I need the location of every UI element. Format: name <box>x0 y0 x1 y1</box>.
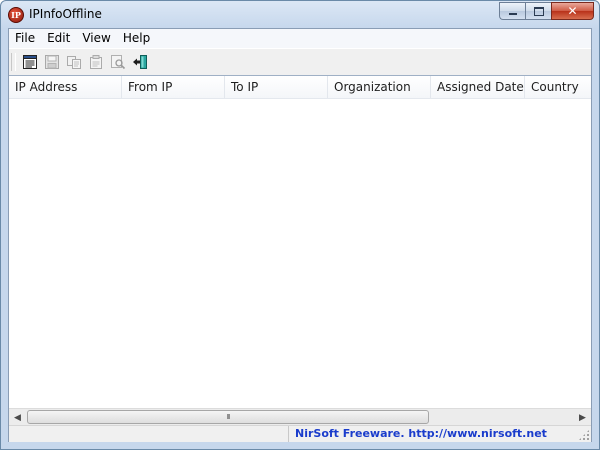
toolbar-grip[interactable] <box>11 53 16 71</box>
menu-edit[interactable]: Edit <box>41 29 76 48</box>
maximize-icon <box>533 6 544 16</box>
save-icon <box>45 55 59 69</box>
status-panel-left <box>9 426 289 442</box>
scroll-left-button[interactable]: ◀ <box>9 409 26 426</box>
menu-bar: File Edit View Help <box>9 29 591 48</box>
ip-list-view[interactable]: IP Address From IP To IP Organization As… <box>9 75 591 409</box>
app-ip-icon[interactable]: IP <box>8 7 24 23</box>
copy-button[interactable] <box>63 51 85 73</box>
find-icon <box>111 55 126 70</box>
column-ip-address[interactable]: IP Address <box>9 76 122 98</box>
properties-button[interactable] <box>85 51 107 73</box>
close-icon: ✕ <box>567 4 578 18</box>
html-report-icon <box>23 55 37 69</box>
column-country[interactable]: Country <box>525 76 591 98</box>
nirsoft-link[interactable]: NirSoft Freeware. http://www.nirsoft.net <box>289 426 579 442</box>
scroll-right-button[interactable]: ▶ <box>574 409 591 426</box>
window-title: IPInfoOffline <box>29 7 102 21</box>
column-organization[interactable]: Organization <box>328 76 431 98</box>
minimize-icon <box>508 12 517 15</box>
column-assigned-date[interactable]: Assigned Date <box>431 76 525 98</box>
title-bar[interactable]: IP IPInfoOffline ✕ <box>1 1 599 28</box>
caption-buttons: ✕ <box>499 2 594 20</box>
column-from-ip[interactable]: From IP <box>122 76 225 98</box>
scrollbar-thumb[interactable]: III <box>27 410 429 424</box>
menu-file[interactable]: File <box>9 29 41 48</box>
properties-icon <box>90 55 102 69</box>
status-bar: NirSoft Freeware. http://www.nirsoft.net <box>9 425 591 442</box>
toolbar <box>9 48 591 76</box>
list-header: IP Address From IP To IP Organization As… <box>9 76 591 99</box>
arrow-right-icon: ▶ <box>579 412 586 423</box>
menu-view[interactable]: View <box>76 29 116 48</box>
scrollbar-grip: III <box>226 412 230 421</box>
html-report-button[interactable] <box>19 51 41 73</box>
exit-icon <box>133 55 147 69</box>
menu-help[interactable]: Help <box>117 29 156 48</box>
copy-icon <box>67 56 81 69</box>
minimize-button[interactable] <box>499 2 525 20</box>
app-window: IP IPInfoOffline ✕ File Edit View Help I… <box>0 0 600 450</box>
exit-button[interactable] <box>129 51 151 73</box>
horizontal-scrollbar[interactable]: ◀ III ▶ <box>9 408 591 426</box>
save-button[interactable] <box>41 51 63 73</box>
find-button[interactable] <box>107 51 129 73</box>
maximize-button[interactable] <box>525 2 551 20</box>
resize-grip-icon[interactable] <box>578 429 590 441</box>
close-button[interactable]: ✕ <box>551 2 594 20</box>
column-to-ip[interactable]: To IP <box>225 76 328 98</box>
client-area: File Edit View Help IP Address From IP T… <box>8 28 592 442</box>
arrow-left-icon: ◀ <box>14 412 21 423</box>
